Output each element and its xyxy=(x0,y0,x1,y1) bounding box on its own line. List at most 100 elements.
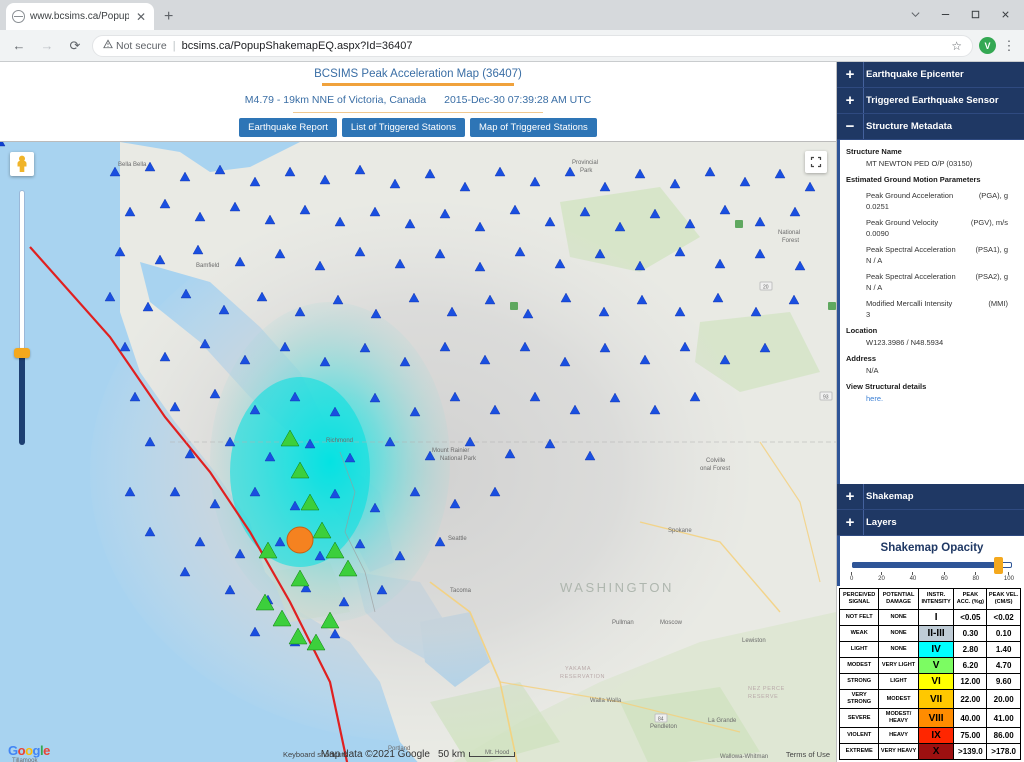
accordion-label: Shakemap xyxy=(866,491,914,502)
legend-row: STRONGLIGHTVI12.009.60 xyxy=(840,674,1021,690)
svg-text:Moscow: Moscow xyxy=(660,620,683,626)
address-bar[interactable]: Not secure | bcsims.ca/PopupShakemapEQ.a… xyxy=(92,35,973,57)
structural-details-label: View Structural details xyxy=(846,382,1018,391)
legend-damage: MODEST xyxy=(879,690,918,709)
opacity-title: Shakemap Opacity xyxy=(848,542,1016,554)
parameter-name: Modified Mercalli Intensity xyxy=(866,299,952,308)
legend-peak-vel: 1.40 xyxy=(987,642,1021,658)
scale-label: 50 km xyxy=(438,749,465,760)
svg-text:Forest: Forest xyxy=(782,238,799,244)
legend-intensity: V xyxy=(918,658,954,674)
legend-signal: NOT FELT xyxy=(840,610,879,626)
legend-peak-acc: 22.00 xyxy=(954,690,987,709)
terms-of-use-link[interactable]: Terms of Use xyxy=(786,750,830,759)
legend-peak-vel: 41.00 xyxy=(987,709,1021,728)
zoom-slider-handle[interactable] xyxy=(14,348,30,358)
legend-row: NOT FELTNONEI<0.05<0.02 xyxy=(840,610,1021,626)
new-tab-button[interactable]: + xyxy=(164,8,173,26)
svg-text:RESERVE: RESERVE xyxy=(748,694,778,700)
legend-damage: VERY LIGHT xyxy=(879,658,918,674)
legend-intensity: VIII xyxy=(918,709,954,728)
parameter-name: Peak Ground Acceleration xyxy=(866,191,953,200)
svg-text:Walla Walla: Walla Walla xyxy=(590,698,622,704)
reload-button[interactable]: ⟳ xyxy=(64,35,86,57)
opacity-tick-40: 40 xyxy=(910,572,917,582)
svg-text:Colville: Colville xyxy=(706,458,726,464)
browser-tab[interactable]: www.bcsims.ca/PopupShakema ✕ xyxy=(6,3,154,30)
svg-text:onal Forest: onal Forest xyxy=(700,466,730,472)
parameter-mmi: Modified Mercalli Intensity (MMI) 3 xyxy=(866,299,1018,319)
opacity-tick-0: 0 xyxy=(850,572,853,582)
legend-signal: VIOLENT xyxy=(840,728,879,744)
tab-strip: www.bcsims.ca/PopupShakema ✕ + xyxy=(0,0,1024,30)
page-header: BCSIMS Peak Acceleration Map (36407) M4.… xyxy=(0,62,836,141)
browser-toolbar: ← → ⟳ Not secure | bcsims.ca/PopupShakem… xyxy=(0,30,1024,62)
expand-icon: + xyxy=(844,489,856,504)
intensity-legend-table: PERCEIVED SIGNAL POTENTIAL DAMAGE INSTR.… xyxy=(839,588,1021,760)
map-column: BCSIMS Peak Acceleration Map (36407) M4.… xyxy=(0,62,836,762)
legend-peak-acc: 40.00 xyxy=(954,709,987,728)
opacity-handle[interactable] xyxy=(994,557,1003,574)
map-viewport[interactable]: Bella Bella Provincial Park Bamfield Nat… xyxy=(0,141,836,762)
svg-text:84: 84 xyxy=(658,717,664,723)
map-zoom-slider[interactable] xyxy=(16,190,28,445)
fullscreen-icon[interactable] xyxy=(805,151,827,173)
legend-intensity: X xyxy=(918,744,954,760)
ground-motion-label: Estimated Ground Motion Parameters xyxy=(846,175,1018,184)
close-window-icon[interactable] xyxy=(990,2,1020,26)
structure-metadata-body: Structure Name MT NEWTON PED O/P (03150)… xyxy=(837,140,1024,484)
forward-button[interactable]: → xyxy=(36,35,58,57)
earthquake-report-button[interactable]: Earthquake Report xyxy=(239,118,337,137)
accordion-layers[interactable]: + Layers xyxy=(837,510,1024,536)
map-canvas[interactable]: Bella Bella Provincial Park Bamfield Nat… xyxy=(0,142,836,762)
warning-triangle-icon xyxy=(103,39,113,52)
collapse-icon: − xyxy=(844,119,856,134)
opacity-tick-20: 20 xyxy=(878,572,885,582)
back-button[interactable]: ← xyxy=(8,35,30,57)
page-title: BCSIMS Peak Acceleration Map (36407) xyxy=(314,68,522,82)
accordion-label: Triggered Earthquake Sensor xyxy=(866,95,999,106)
bookmark-star-icon[interactable]: ☆ xyxy=(951,39,962,53)
legend-row: WEAKNONEII-III0.300.10 xyxy=(840,626,1021,642)
keyboard-shortcuts-link[interactable]: Keyboard shortcuts xyxy=(283,750,348,759)
parameter-value: N / A xyxy=(866,283,1018,292)
legend-col-damage: POTENTIAL DAMAGE xyxy=(879,589,918,610)
legend-damage: LIGHT xyxy=(879,674,918,690)
tab-search-chevron-icon[interactable] xyxy=(900,2,930,26)
browser-menu-icon[interactable]: ⋮ xyxy=(1002,39,1016,52)
legend-peak-acc: 2.80 xyxy=(954,642,987,658)
legend-peak-acc: 75.00 xyxy=(954,728,987,744)
svg-text:Richmond: Richmond xyxy=(326,438,353,444)
profile-avatar[interactable]: V xyxy=(979,37,996,54)
legend-signal: EXTREME xyxy=(840,744,879,760)
accordion-triggered-earthquake-sensor[interactable]: + Triggered Earthquake Sensor xyxy=(837,88,1024,114)
structural-details-link[interactable]: here. xyxy=(866,394,1018,403)
street-view-pegman-icon[interactable] xyxy=(10,152,34,176)
legend-peak-vel: 20.00 xyxy=(987,690,1021,709)
legend-damage: HEAVY xyxy=(879,728,918,744)
svg-text:Bamfield: Bamfield xyxy=(196,263,219,269)
map-triggered-stations-button[interactable]: Map of Triggered Stations xyxy=(470,118,597,137)
accordion-earthquake-epicenter[interactable]: + Earthquake Epicenter xyxy=(837,62,1024,88)
svg-text:Park: Park xyxy=(580,168,593,174)
not-secure-indicator[interactable]: Not secure xyxy=(103,39,167,52)
accordion-shakemap[interactable]: + Shakemap xyxy=(837,484,1024,510)
legend-peak-vel: 4.70 xyxy=(987,658,1021,674)
legend-damage: NONE xyxy=(879,626,918,642)
legend-peak-acc: 0.30 xyxy=(954,626,987,642)
list-triggered-stations-button[interactable]: List of Triggered Stations xyxy=(342,118,465,137)
accordion-structure-metadata[interactable]: − Structure Metadata xyxy=(837,114,1024,140)
close-tab-icon[interactable]: ✕ xyxy=(134,11,148,23)
svg-text:Lewiston: Lewiston xyxy=(742,638,766,644)
scale-line xyxy=(469,752,515,757)
svg-text:20: 20 xyxy=(763,285,769,291)
expand-icon: + xyxy=(844,515,856,530)
maximize-icon[interactable] xyxy=(960,2,990,26)
page-content: BCSIMS Peak Acceleration Map (36407) M4.… xyxy=(0,62,1024,762)
parameter-name: Peak Spectral Acceleration xyxy=(866,272,956,281)
opacity-slider[interactable] xyxy=(848,558,1016,571)
legend-col-signal: PERCEIVED SIGNAL xyxy=(840,589,879,610)
minimize-icon[interactable] xyxy=(930,2,960,26)
svg-text:Tacoma: Tacoma xyxy=(450,588,472,594)
legend-intensity: II-III xyxy=(918,626,954,642)
